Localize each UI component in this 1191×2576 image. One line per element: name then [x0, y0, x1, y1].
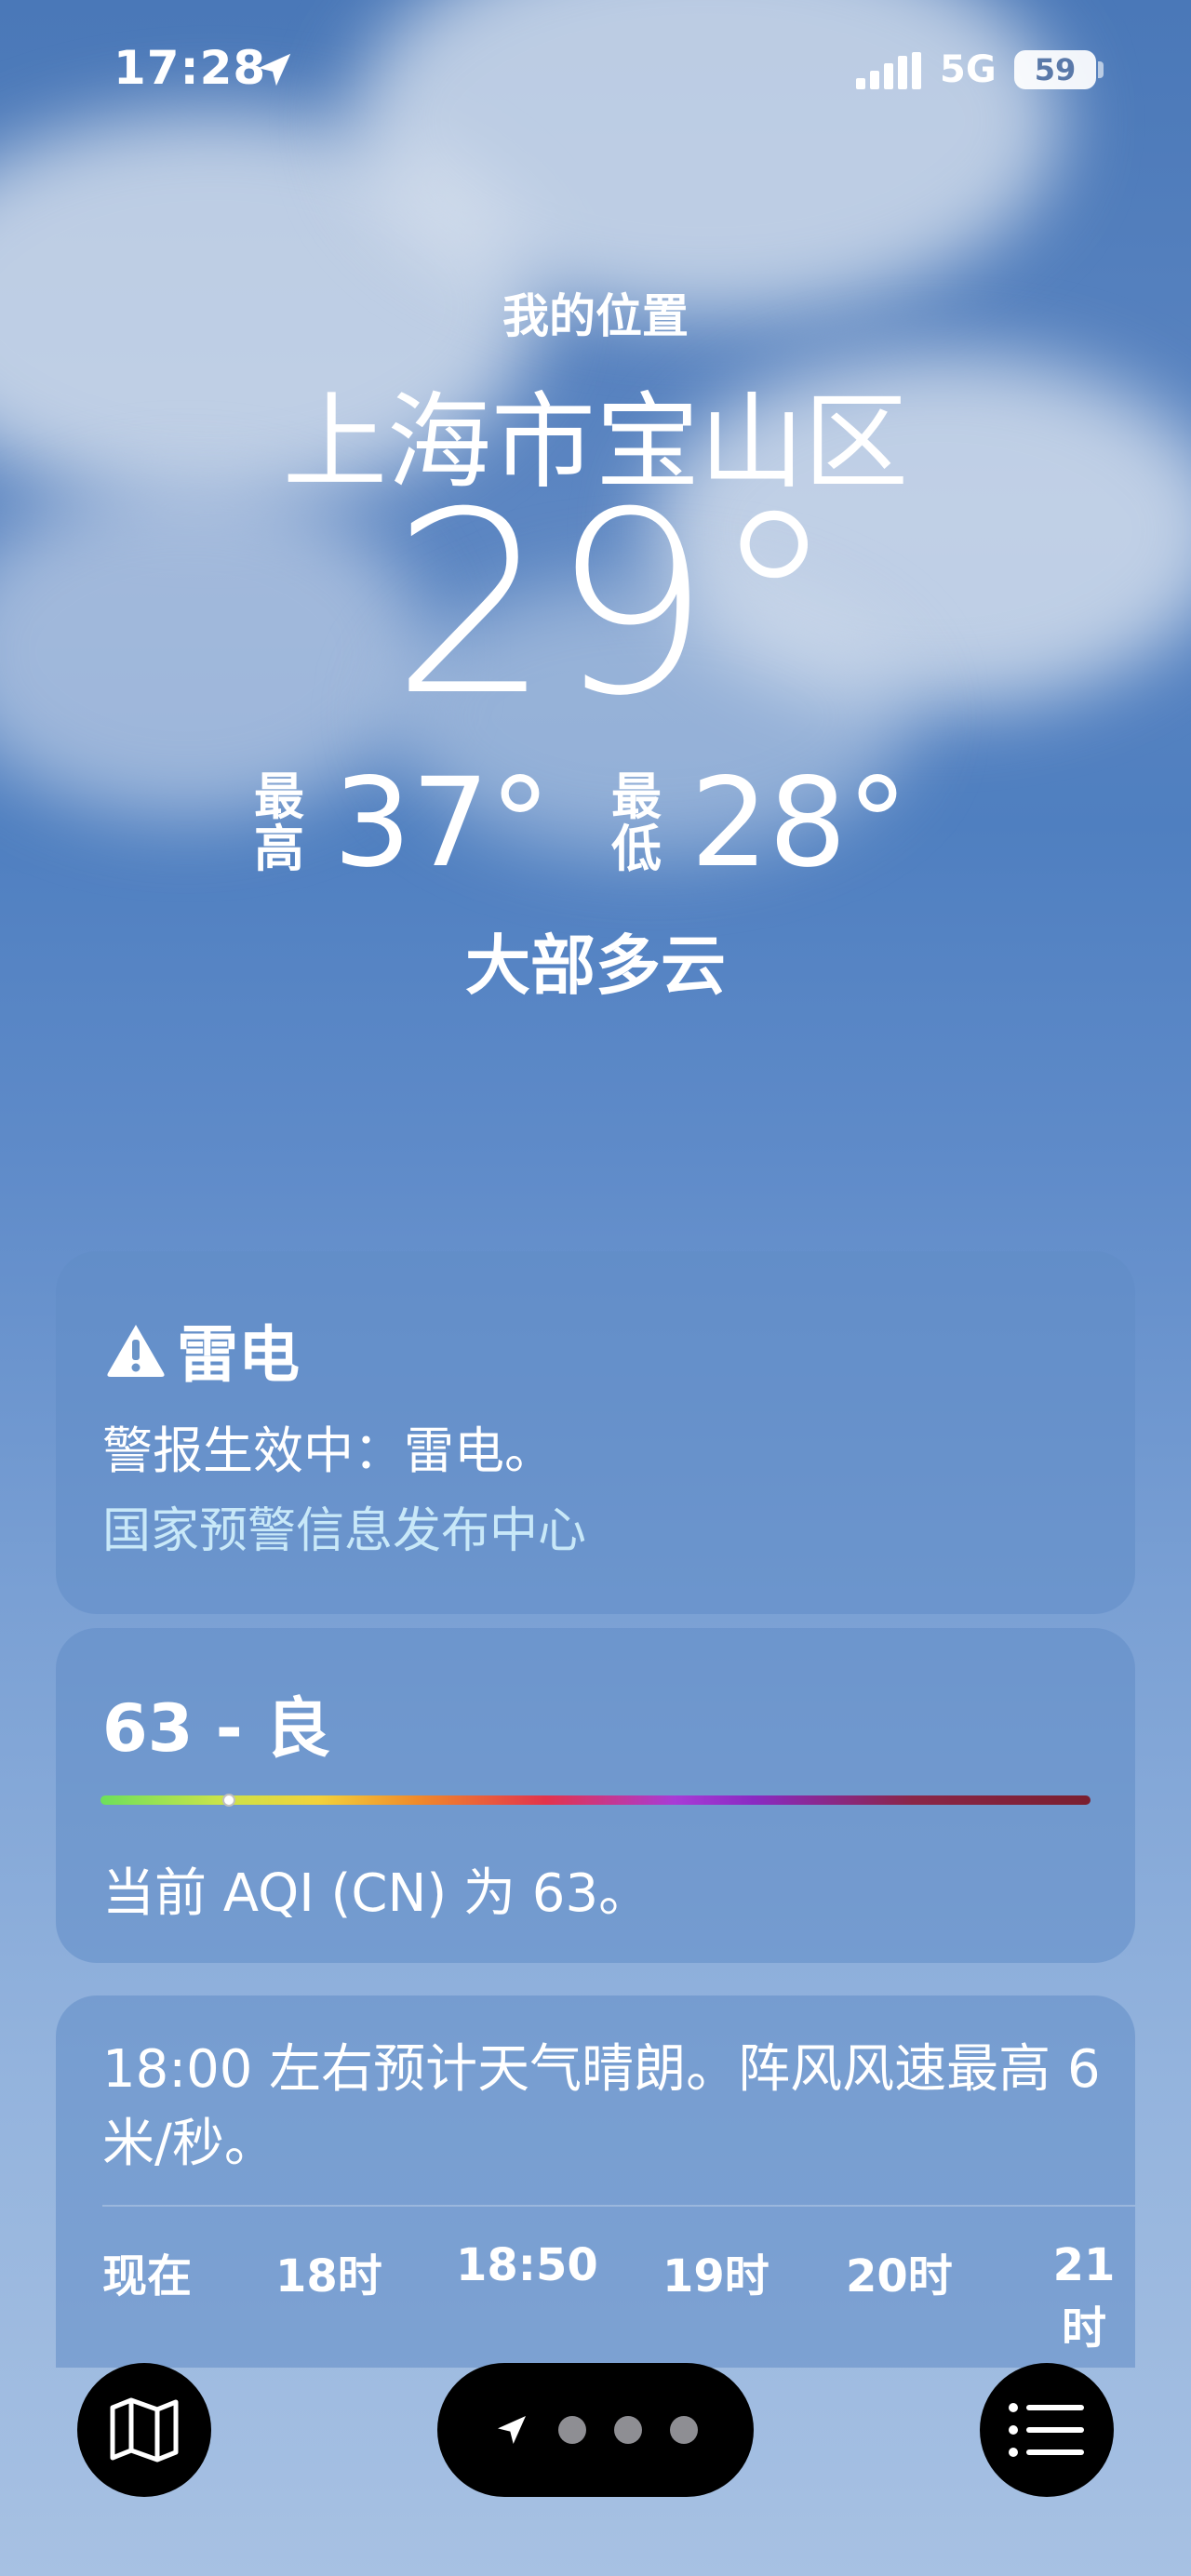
bottom-toolbar [0, 2363, 1191, 2576]
hour-label: 18:50 [456, 2239, 598, 2291]
current-temperature: 29° [391, 458, 837, 751]
hour-label: 18时 [275, 2250, 382, 2302]
severe-weather-alert-card[interactable]: 雷电 警报生效中：雷电。 国家预警信息发布中心 [56, 1251, 1135, 1614]
status-bar: 17:28 5G 59 [0, 0, 1191, 140]
hour-label: 现在 [102, 2250, 193, 2302]
page-dot [558, 2416, 586, 2444]
network-type: 5G [940, 48, 997, 91]
hour-label: 19时 [662, 2250, 769, 2302]
alert-body: 警报生效中：雷电。 [102, 1421, 555, 1480]
low-temperature: 28° [690, 752, 908, 895]
location-label: 我的位置 [502, 289, 689, 343]
low-label: 最低 [611, 767, 662, 878]
aqi-description: 当前 AQI (CN) 为 63。 [102, 1863, 651, 1924]
air-quality-card[interactable]: 63 - 良 当前 AQI (CN) 为 63。 [56, 1628, 1135, 1963]
high-low-temperatures: 最高 37° 最低 28° [0, 758, 1191, 888]
location-arrow-icon [258, 53, 291, 87]
map-icon [110, 2397, 179, 2463]
list-icon [1009, 2403, 1084, 2457]
alert-source-link[interactable]: 国家预警信息发布中心 [102, 1491, 586, 1561]
high-temperature: 37° [333, 752, 551, 895]
divider [102, 2205, 1135, 2207]
page-dot [670, 2416, 698, 2444]
alert-title: 雷电 [104, 1305, 300, 1395]
hourly-labels[interactable]: 现在 18时 18:50 19时 20时 21时 [56, 2239, 1135, 2355]
aqi-scale-bar [100, 1795, 1091, 1805]
high-label: 最高 [254, 767, 305, 878]
location-arrow-icon [498, 2416, 526, 2444]
page-indicator[interactable] [437, 2363, 754, 2497]
hour-label: 20时 [846, 2250, 953, 2302]
status-time: 17:28 [114, 41, 267, 95]
warning-icon [107, 1325, 165, 1377]
battery-level: 59 [1034, 52, 1077, 87]
cellular-signal-icon [856, 52, 921, 89]
aqi-value: 63 - 良 [102, 1690, 331, 1767]
city-list-button[interactable] [980, 2363, 1114, 2497]
page-dot [614, 2416, 642, 2444]
battery-icon: 59 [1014, 50, 1096, 89]
weather-condition: 大部多云 [465, 928, 726, 1004]
map-button[interactable] [77, 2363, 211, 2497]
battery-nub [1098, 61, 1104, 78]
hourly-forecast-card[interactable]: 18:00 左右预计天气晴朗。阵风风速最高 6 米/秒。 现在 18时 18:5… [56, 1995, 1135, 2368]
alert-title-text: 雷电 [177, 1319, 300, 1391]
forecast-summary: 18:00 左右预计天气晴朗。阵风风速最高 6 米/秒。 [102, 2039, 1101, 2174]
hour-label: 21时 [1052, 2239, 1116, 2355]
